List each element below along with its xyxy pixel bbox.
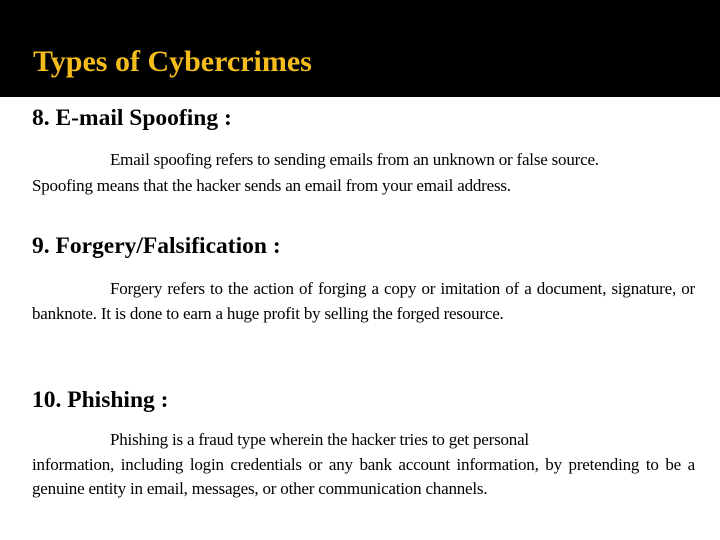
- slide-title: Types of Cybercrimes: [33, 45, 312, 78]
- section-paragraph-email-spoofing: Email spoofing refers to sending emails …: [32, 147, 695, 198]
- section-heading-forgery: 9. Forgery/Falsification :: [32, 233, 281, 259]
- paragraph-line: Phishing is a fraud type wherein the hac…: [110, 430, 529, 449]
- section-heading-phishing: 10. Phishing :: [32, 387, 169, 413]
- section-heading-email-spoofing: 8. E-mail Spoofing :: [32, 105, 232, 131]
- paragraph-rest: Spoofing means that the hacker sends an …: [32, 175, 511, 195]
- slide-header: Types of Cybercrimes: [0, 0, 720, 97]
- paragraph-rest: information, including login credentials…: [32, 454, 695, 499]
- section-paragraph-phishing: Phishing is a fraud type wherein the hac…: [32, 428, 695, 502]
- section-paragraph-forgery: Forgery refers to the action of forging …: [32, 279, 695, 323]
- paragraph-line: Email spoofing refers to sending emails …: [110, 150, 599, 169]
